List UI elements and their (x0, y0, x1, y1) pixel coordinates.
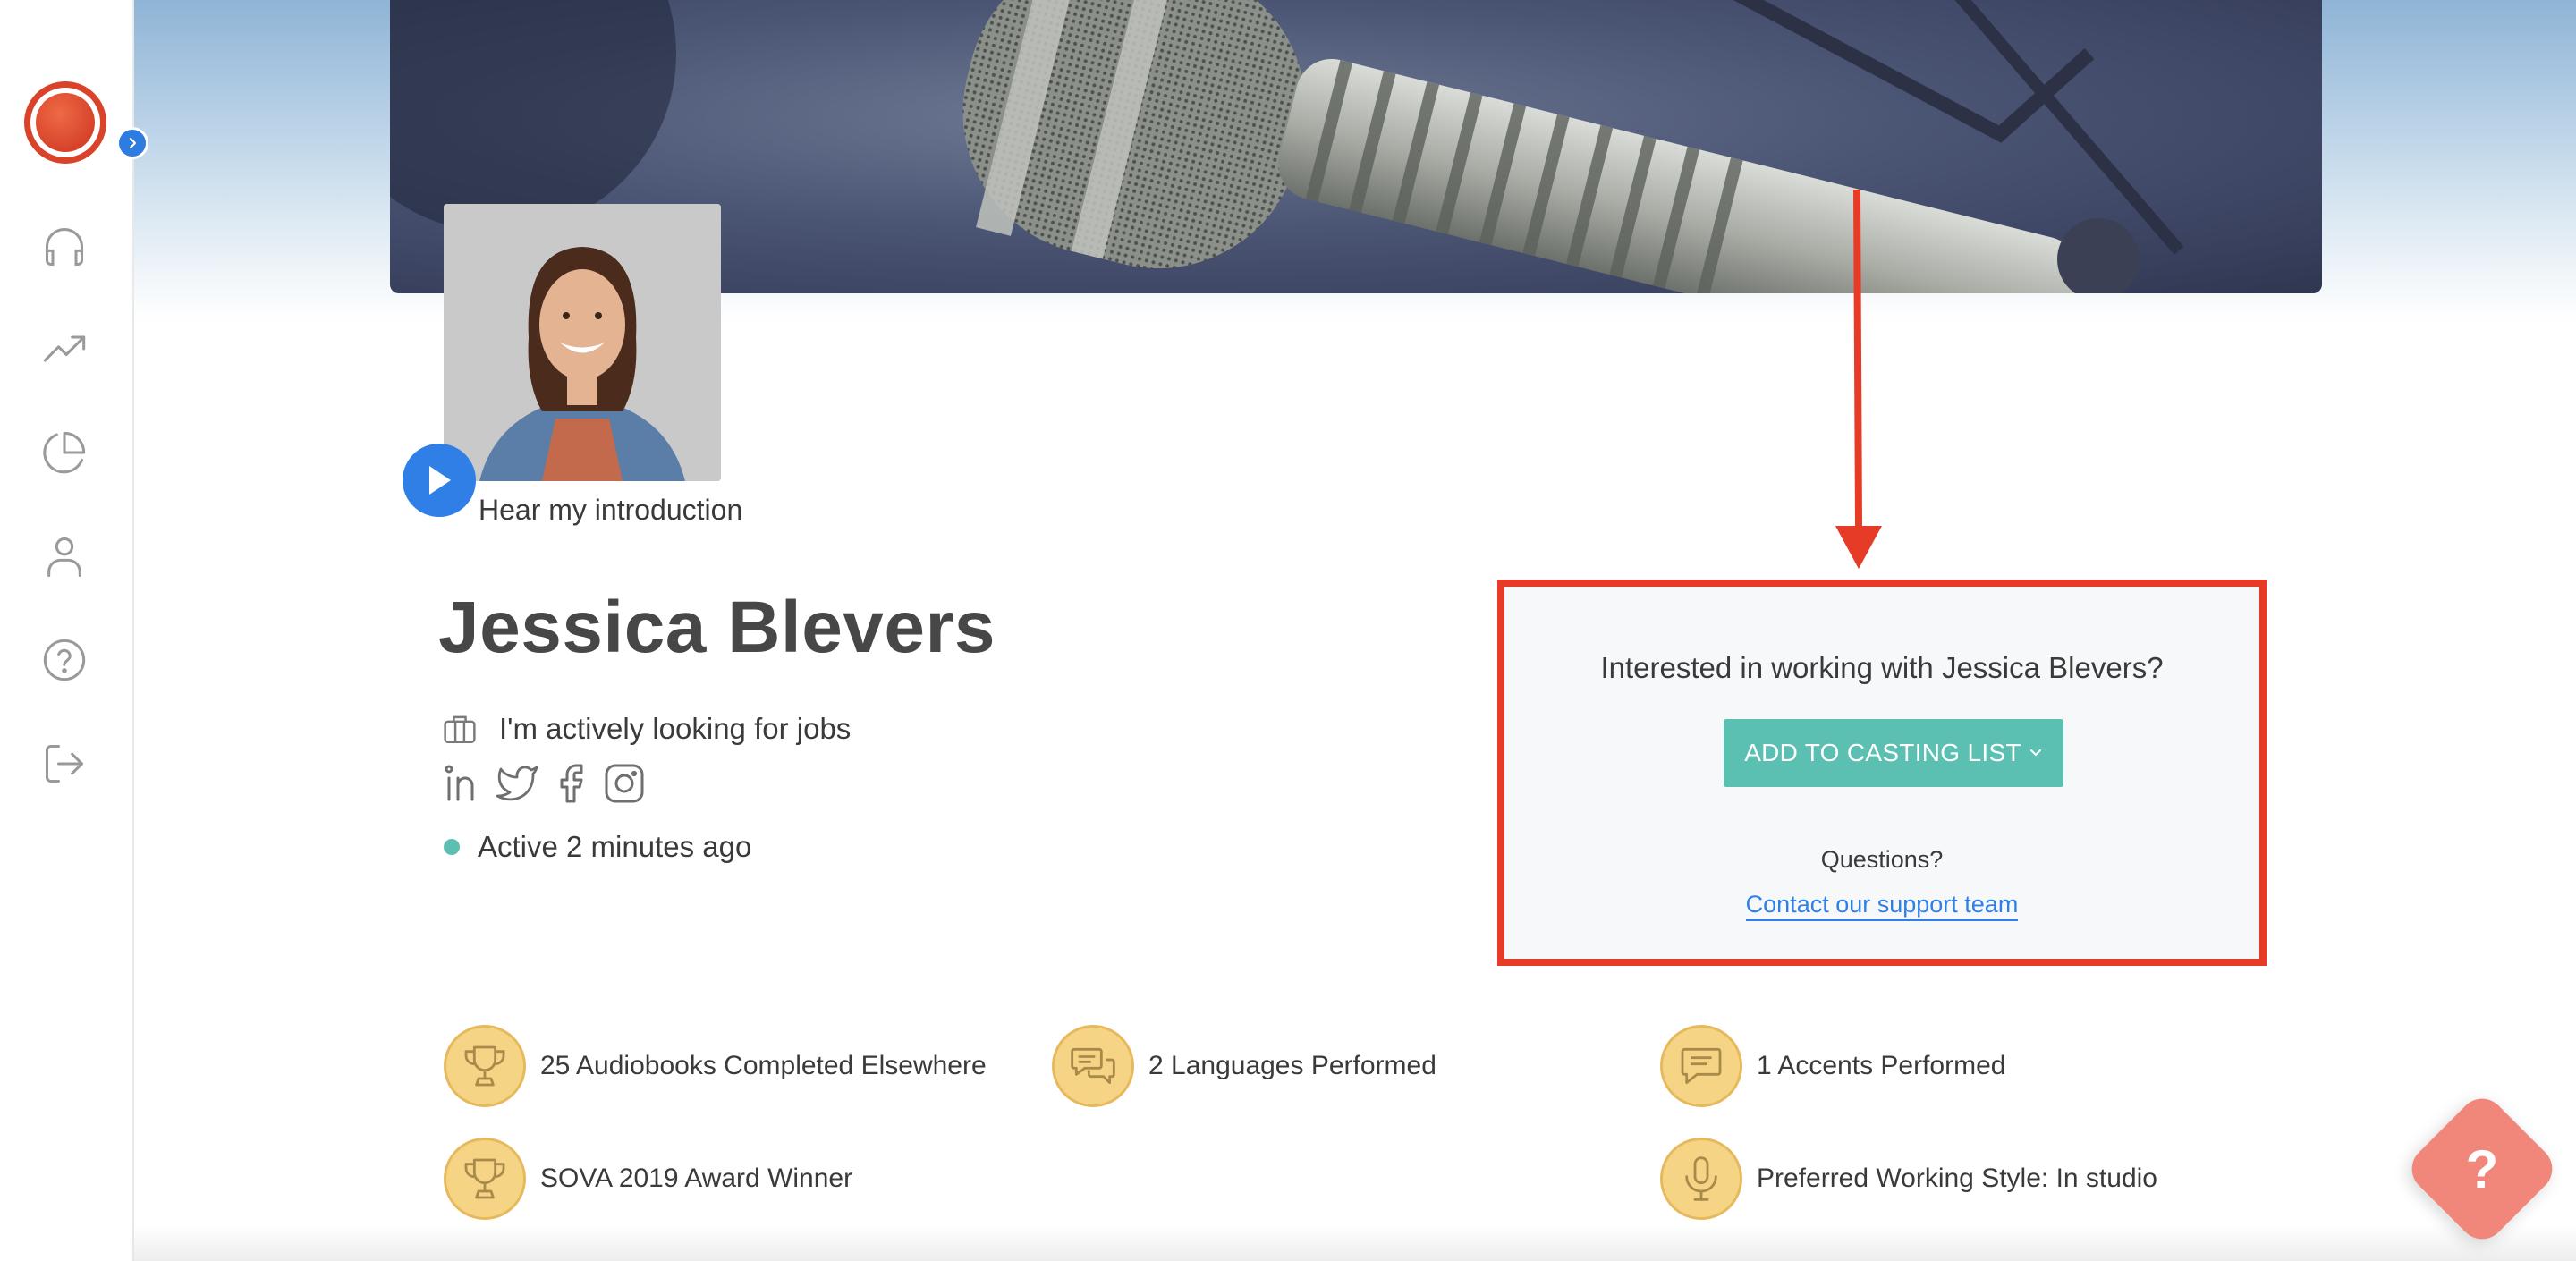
avatar-photo (444, 204, 721, 481)
briefcase-icon (444, 715, 476, 743)
questions-label: Questions? (1820, 846, 1944, 873)
achievement-label: 1 Accents Performed (1757, 1051, 2006, 1080)
achievement-item: Preferred Working Style: In studio (1660, 1138, 2157, 1220)
achievement-item: SOVA 2019 Award Winner (444, 1138, 852, 1220)
brand-logo[interactable] (24, 81, 106, 164)
trophy-icon (464, 1045, 505, 1087)
achievement-badge (444, 1138, 526, 1220)
profile-avatar (444, 204, 721, 481)
twitter-icon (496, 766, 538, 801)
facebook-link[interactable] (547, 760, 594, 807)
instagram-icon (605, 764, 644, 803)
instagram-link[interactable] (601, 760, 648, 807)
casting-card-title: Interested in working with Jessica Bleve… (1600, 651, 2164, 684)
play-introduction-button[interactable] (402, 444, 476, 517)
activity-text: Active 2 minutes ago (478, 830, 752, 863)
facebook-icon (560, 764, 583, 803)
sidebar-item-profile[interactable] (39, 531, 89, 581)
help-button-label[interactable]: ? (2426, 1113, 2538, 1225)
add-to-casting-list-button[interactable]: ADD TO CASTING LIST (1724, 719, 2063, 787)
help-circle-icon (43, 639, 86, 681)
microphone-icon (1685, 1156, 1717, 1201)
achievement-label: SOVA 2019 Award Winner (540, 1164, 853, 1193)
achievement-item: 25 Audiobooks Completed Elsewhere (444, 1025, 987, 1107)
job-status-text: I'm actively looking for jobs (499, 712, 852, 745)
online-dot (444, 839, 460, 855)
social-links (440, 760, 655, 807)
add-to-casting-list-label: ADD TO CASTING LIST (1744, 739, 2021, 766)
achievement-label: 25 Audiobooks Completed Elsewhere (540, 1051, 987, 1080)
casting-card: Interested in working with Jessica Bleve… (1497, 580, 2267, 966)
profile-name: Jessica Blevers (438, 587, 996, 668)
sidebar-item-help[interactable] (39, 635, 89, 685)
user-icon (47, 537, 81, 578)
chevron-right-icon (129, 137, 137, 149)
bottom-fade (132, 1225, 2576, 1261)
linkedin-icon (445, 765, 474, 801)
headphones-icon (45, 228, 84, 267)
chevron-down-icon (2029, 749, 2041, 757)
activity-status: Active 2 minutes ago (444, 830, 751, 864)
contact-support-link[interactable]: Contact our support team (1745, 891, 2019, 921)
achievement-label: 2 Languages Performed (1148, 1051, 1436, 1080)
sidebar-item-analytics[interactable] (39, 427, 89, 478)
trophy-icon (464, 1158, 505, 1199)
pie-chart-icon (43, 431, 86, 474)
sidebar-expand-button[interactable] (116, 127, 148, 159)
achievement-label: Preferred Working Style: In studio (1757, 1164, 2157, 1193)
achievement-badge (1052, 1025, 1134, 1107)
achievement-badge (1660, 1025, 1742, 1107)
logout-icon (45, 744, 84, 783)
trending-up-icon (43, 335, 86, 362)
twitter-link[interactable] (494, 760, 540, 807)
sidebar-item-headphones[interactable] (39, 222, 89, 272)
job-status: I'm actively looking for jobs (442, 712, 851, 746)
intro-label: Hear my introduction (479, 494, 743, 526)
linkedin-link[interactable] (440, 760, 487, 807)
speech-bubble-icon (1681, 1047, 1722, 1085)
play-icon (429, 466, 451, 495)
achievement-item: 1 Accents Performed (1660, 1025, 2005, 1107)
chat-bubbles-icon (1071, 1047, 1115, 1085)
sidebar (0, 0, 134, 1261)
annotation-arrow (1835, 189, 1882, 569)
sidebar-item-trending[interactable] (39, 324, 89, 374)
achievement-badge (1660, 1138, 1742, 1220)
achievement-badge (444, 1025, 526, 1107)
sidebar-item-logout[interactable] (39, 739, 89, 789)
achievement-item: 2 Languages Performed (1052, 1025, 1436, 1107)
